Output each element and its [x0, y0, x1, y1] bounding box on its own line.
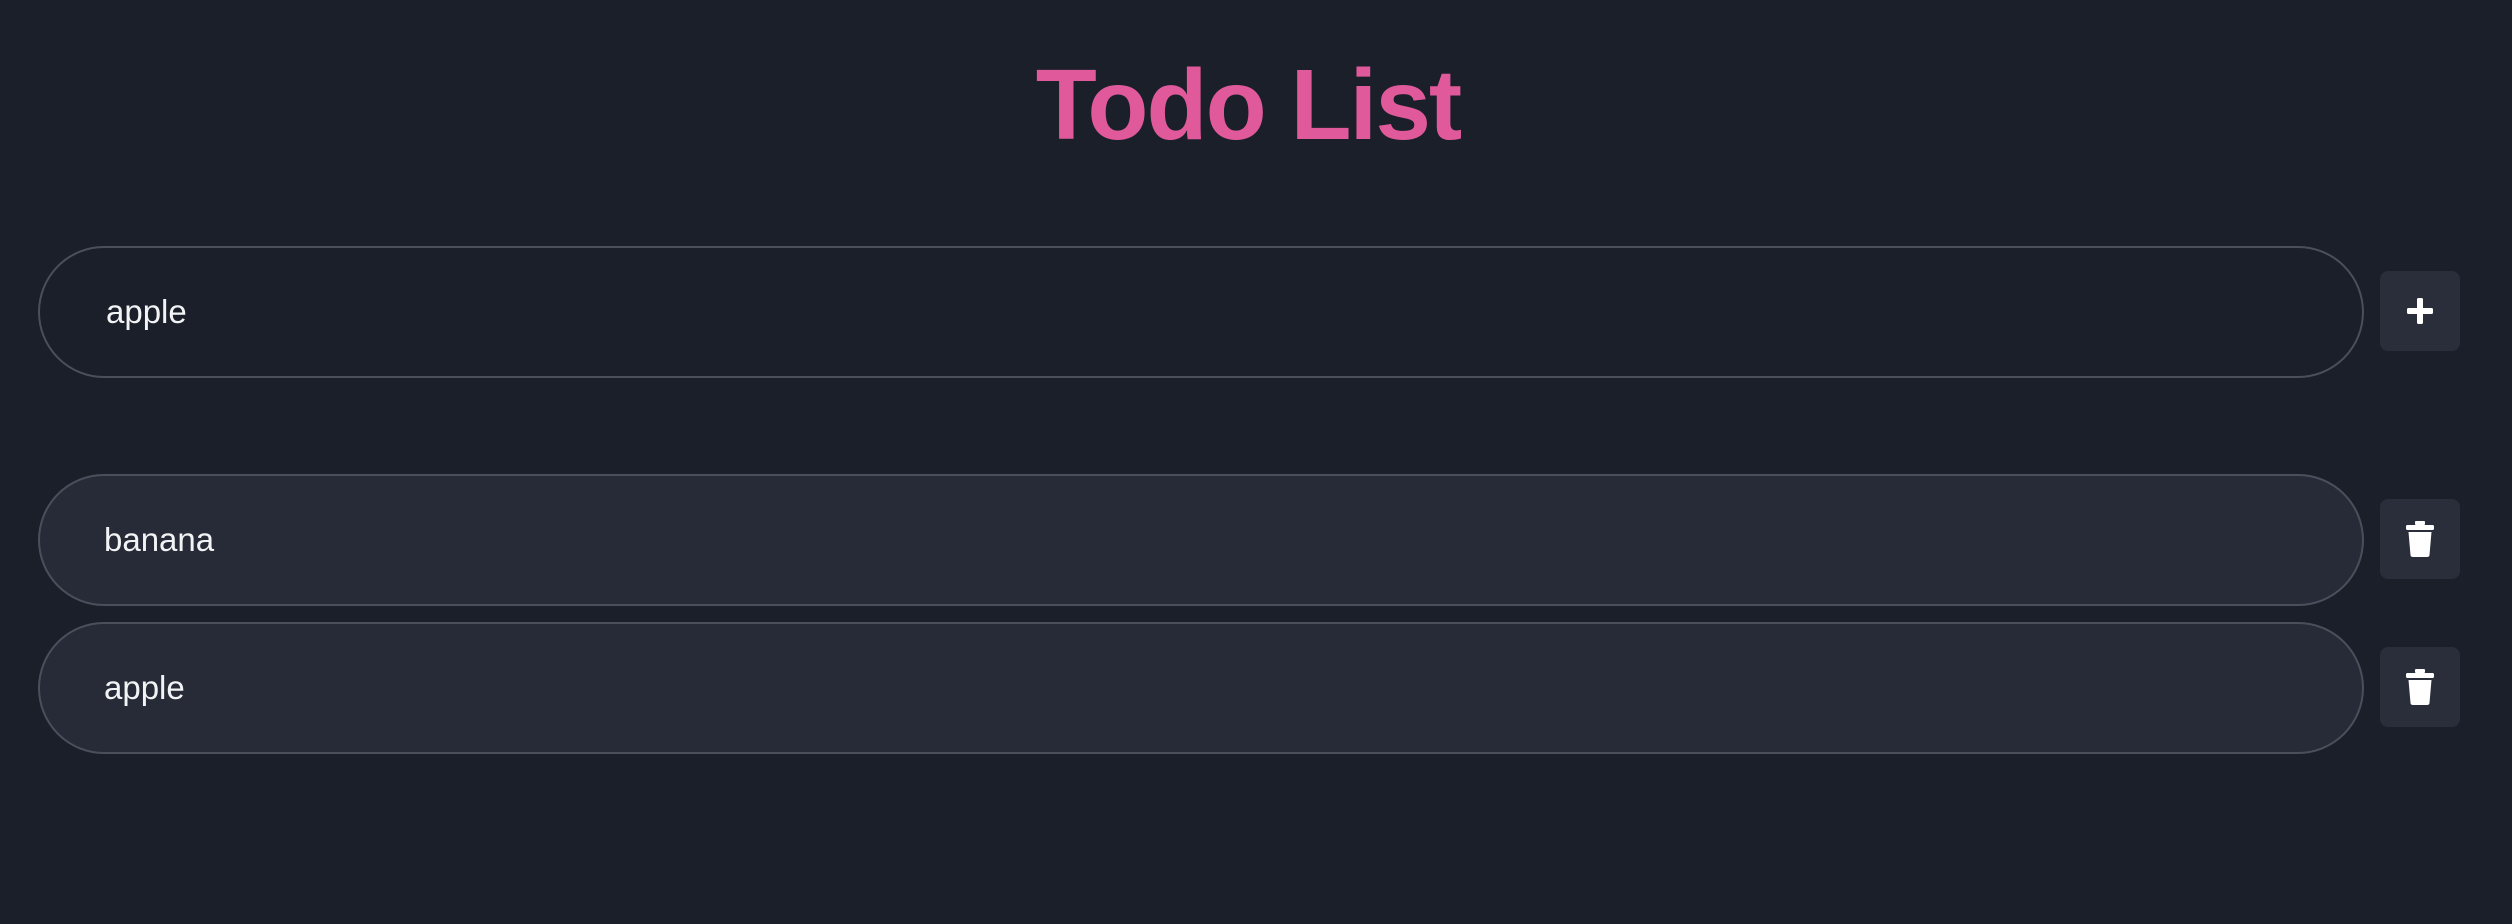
- trash-icon: [2406, 521, 2434, 557]
- todo-item-text: apple: [104, 669, 185, 706]
- todo-item: apple: [38, 622, 2460, 754]
- plus-icon: [2407, 298, 2433, 324]
- delete-todo-button[interactable]: [2380, 499, 2460, 579]
- page-title: Todo List: [1035, 49, 1462, 161]
- todo-item-text: banana: [104, 521, 215, 558]
- delete-todo-button[interactable]: [2380, 647, 2460, 727]
- new-todo-input[interactable]: [104, 292, 2308, 332]
- todo-app: Todo List banana apple: [0, 0, 2512, 924]
- new-todo-row: [38, 246, 2460, 378]
- todo-item-box: apple: [38, 622, 2364, 754]
- trash-icon: [2406, 669, 2434, 705]
- todo-item: banana: [38, 474, 2460, 606]
- todo-item-box: banana: [38, 474, 2364, 606]
- new-todo-field[interactable]: [38, 246, 2364, 378]
- add-todo-button[interactable]: [2380, 271, 2460, 351]
